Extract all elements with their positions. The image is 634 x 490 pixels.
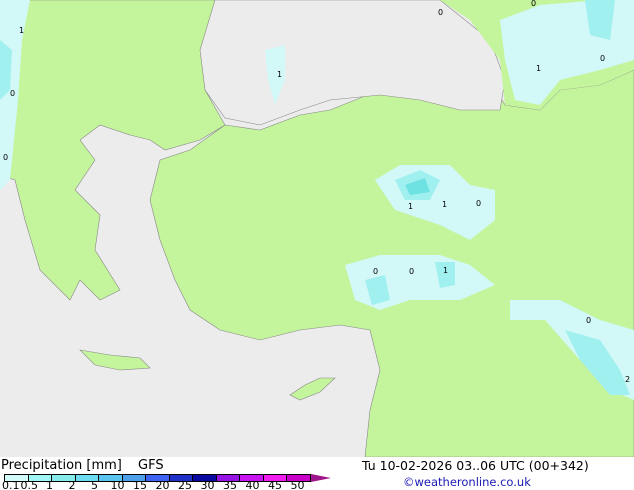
weather-map-view: 0 0 1 0 1 1 0 0 1 1 0 0 0 1 2 0 Precipit… (0, 0, 634, 490)
color-scale-tick: 20 (155, 479, 170, 490)
svg-text:0: 0 (409, 267, 414, 276)
color-scale-tick: 15 (133, 479, 147, 490)
svg-text:0: 0 (10, 89, 15, 98)
model-name: GFS (138, 458, 164, 473)
svg-text:0: 0 (438, 8, 443, 17)
color-scale-tick: 0.5 (20, 479, 39, 490)
color-scale-tick: 25 (178, 479, 192, 490)
svg-text:0: 0 (600, 54, 605, 63)
color-scale-tick: 5 (91, 479, 98, 490)
forecast-datetime: Tu 10-02-2026 03..06 UTC (00+342) (362, 458, 589, 473)
color-scale-arrow (310, 474, 331, 482)
svg-text:1: 1 (408, 202, 413, 211)
color-scale-tick: 35 (223, 479, 237, 490)
color-scale-tick: 30 (200, 479, 215, 490)
color-scale-tick: 40 (245, 479, 260, 490)
color-scale-tick: 10 (110, 479, 125, 490)
svg-text:0: 0 (476, 199, 481, 208)
svg-text:2: 2 (625, 375, 630, 384)
svg-text:0: 0 (3, 153, 8, 162)
color-scale-tick: 2 (68, 479, 76, 490)
svg-text:0: 0 (373, 267, 378, 276)
svg-text:1: 1 (536, 64, 541, 73)
color-scale-tick: 45 (268, 479, 282, 490)
color-scale-tick: 1 (46, 479, 53, 490)
color-scale-tick: 50 (290, 479, 305, 490)
legend-title: Precipitation [mm] (1, 458, 122, 473)
credit-link[interactable]: ©weatheronline.co.uk (403, 475, 531, 489)
svg-text:1: 1 (442, 200, 447, 209)
svg-text:0: 0 (586, 316, 591, 325)
svg-text:0: 0 (531, 0, 536, 8)
svg-text:1: 1 (443, 266, 448, 275)
svg-text:1: 1 (19, 26, 24, 35)
svg-text:1: 1 (277, 70, 282, 79)
precipitation-map[interactable]: 0 0 1 0 1 1 0 0 1 1 0 0 0 1 2 0 (0, 0, 634, 457)
color-scale-tick: 0.1 (2, 479, 20, 490)
